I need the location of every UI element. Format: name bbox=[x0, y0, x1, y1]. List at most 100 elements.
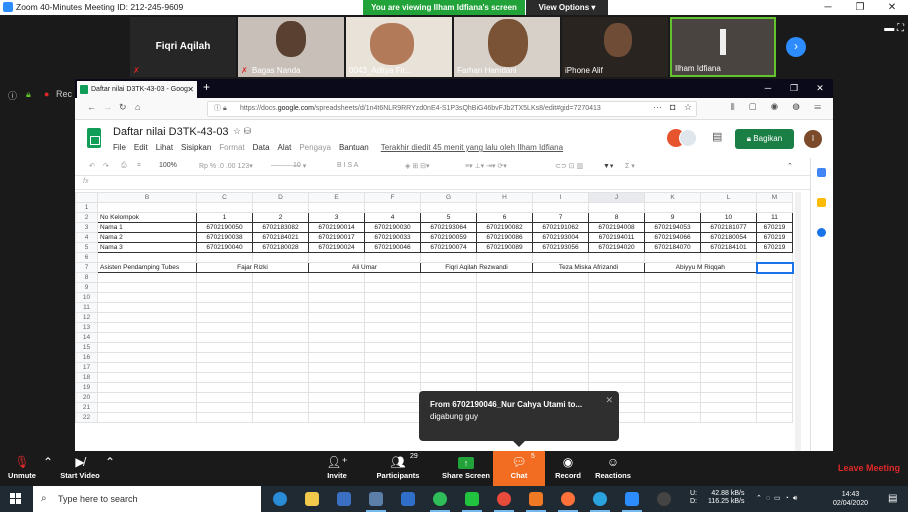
cell[interactable] bbox=[196, 302, 253, 313]
column-header[interactable]: B bbox=[97, 192, 197, 203]
row-number[interactable]: 3 bbox=[75, 222, 98, 233]
row-number[interactable]: 16 bbox=[75, 352, 98, 363]
cell-table[interactable]: B C D E F G H I J K L M 1 2 No Kelompok 1 2 3 bbox=[75, 192, 794, 423]
redo-icon[interactable]: ↷ bbox=[103, 162, 109, 170]
cell-merged[interactable]: Abiyyu M Riqqah bbox=[644, 262, 757, 273]
cell[interactable]: 6702193064 bbox=[420, 222, 477, 233]
cell[interactable]: 6702190024 bbox=[308, 242, 365, 253]
cell[interactable]: Nama 1 bbox=[97, 222, 197, 233]
page-actions-icon[interactable]: ··· bbox=[653, 102, 662, 112]
column-header[interactable]: J bbox=[588, 192, 645, 203]
reactions-button[interactable]: ☺︎ Reactions bbox=[592, 451, 634, 486]
cell[interactable] bbox=[308, 252, 365, 263]
cell[interactable] bbox=[420, 342, 477, 353]
cell[interactable] bbox=[420, 312, 477, 323]
row-number[interactable]: 4 bbox=[75, 232, 98, 243]
cell[interactable] bbox=[364, 252, 421, 263]
cell[interactable] bbox=[252, 322, 309, 333]
cell[interactable]: 6702190033 bbox=[364, 232, 421, 243]
cell[interactable]: Nama 2 bbox=[97, 232, 197, 243]
cell[interactable]: 6702193004 bbox=[532, 232, 589, 243]
browser-tab-active[interactable]: Daftar nilai D3TK-43-03 - Goog ✕ bbox=[77, 81, 197, 98]
cell[interactable] bbox=[196, 372, 253, 383]
cell[interactable] bbox=[532, 312, 589, 323]
cell[interactable] bbox=[364, 272, 421, 283]
cell[interactable] bbox=[196, 322, 253, 333]
telegram-icon[interactable] bbox=[584, 486, 616, 512]
record-button[interactable]: ◉ Record bbox=[550, 451, 586, 486]
collaborator-avatar[interactable] bbox=[679, 129, 697, 147]
browser-close-icon[interactable]: ✕ bbox=[807, 79, 833, 98]
browser-minimize-icon[interactable]: ─ bbox=[755, 79, 781, 98]
cell[interactable]: No Kelompok bbox=[97, 212, 197, 223]
account-avatar[interactable]: I bbox=[804, 130, 822, 148]
row-number[interactable]: 18 bbox=[75, 372, 98, 383]
maximize-icon[interactable]: ❐ bbox=[844, 0, 876, 15]
cell[interactable]: 6702190059 bbox=[420, 232, 477, 243]
cell[interactable] bbox=[196, 292, 253, 303]
cell[interactable] bbox=[97, 282, 197, 293]
cell[interactable] bbox=[476, 372, 533, 383]
cell[interactable] bbox=[308, 392, 365, 403]
home-icon[interactable]: ⌂ bbox=[135, 102, 140, 112]
cell[interactable] bbox=[756, 282, 793, 293]
cell[interactable] bbox=[308, 342, 365, 353]
cell[interactable] bbox=[420, 372, 477, 383]
cell[interactable] bbox=[532, 372, 589, 383]
row-number[interactable]: 17 bbox=[75, 362, 98, 373]
cell[interactable] bbox=[700, 392, 757, 403]
cell[interactable] bbox=[308, 202, 365, 213]
store-icon[interactable] bbox=[328, 486, 360, 512]
cell[interactable] bbox=[252, 332, 309, 343]
cell[interactable] bbox=[196, 342, 253, 353]
row-number[interactable]: 2 bbox=[75, 212, 98, 223]
cell[interactable] bbox=[252, 302, 309, 313]
cell[interactable] bbox=[308, 282, 365, 293]
cell[interactable]: 6702190050 bbox=[196, 222, 253, 233]
notification-center-icon[interactable]: ▤ bbox=[888, 493, 897, 504]
cell[interactable] bbox=[97, 312, 197, 323]
new-tab-icon[interactable]: + bbox=[203, 80, 210, 94]
cell[interactable] bbox=[196, 402, 253, 413]
cell[interactable] bbox=[644, 292, 701, 303]
cell[interactable] bbox=[700, 372, 757, 383]
unmute-button[interactable]: 🎙︎ Unmute bbox=[4, 451, 40, 486]
cell[interactable] bbox=[756, 322, 793, 333]
cell[interactable] bbox=[252, 272, 309, 283]
cell[interactable] bbox=[644, 412, 701, 423]
cell[interactable] bbox=[588, 362, 645, 373]
formula-bar[interactable]: fx bbox=[75, 176, 833, 190]
cell[interactable] bbox=[364, 292, 421, 303]
cell[interactable]: Asisten Pendamping Tubes bbox=[97, 262, 197, 273]
cell[interactable] bbox=[756, 352, 793, 363]
cell[interactable] bbox=[476, 302, 533, 313]
browser-restore-icon[interactable]: ❐ bbox=[781, 79, 807, 98]
cell[interactable] bbox=[532, 302, 589, 313]
row-number[interactable]: 1 bbox=[75, 202, 98, 213]
cell[interactable] bbox=[196, 252, 253, 263]
text-format-icons[interactable]: B I S A bbox=[337, 162, 358, 169]
print-icon[interactable]: ⎙ bbox=[121, 162, 127, 170]
cell[interactable] bbox=[756, 202, 793, 213]
cell[interactable] bbox=[700, 302, 757, 313]
cell[interactable] bbox=[97, 252, 197, 263]
close-icon[interactable]: ✕ bbox=[876, 0, 908, 15]
cell[interactable] bbox=[364, 332, 421, 343]
app-badge-icon[interactable] bbox=[360, 486, 392, 512]
cell[interactable] bbox=[364, 412, 421, 423]
cell[interactable] bbox=[644, 282, 701, 293]
cell[interactable] bbox=[252, 252, 309, 263]
cell[interactable] bbox=[308, 302, 365, 313]
cell[interactable] bbox=[308, 362, 365, 373]
column-header[interactable]: C bbox=[196, 192, 253, 203]
chat-button[interactable]: 💬︎ 5 Chat bbox=[493, 451, 545, 486]
url-bar[interactable]: ⓘ 🔒︎ https://docs.google.com/spreadsheet… bbox=[207, 101, 697, 117]
cell[interactable] bbox=[196, 282, 253, 293]
participant-tile-alif[interactable]: iPhone Alif bbox=[562, 17, 668, 77]
menu-view[interactable]: Lihat bbox=[156, 143, 173, 152]
cell[interactable]: 6702190017 bbox=[308, 232, 365, 243]
undo-icon[interactable]: ↶ bbox=[89, 162, 95, 170]
menu-help[interactable]: Bantuan bbox=[339, 143, 369, 152]
cell[interactable] bbox=[700, 252, 757, 263]
row-number[interactable]: 8 bbox=[75, 272, 98, 283]
